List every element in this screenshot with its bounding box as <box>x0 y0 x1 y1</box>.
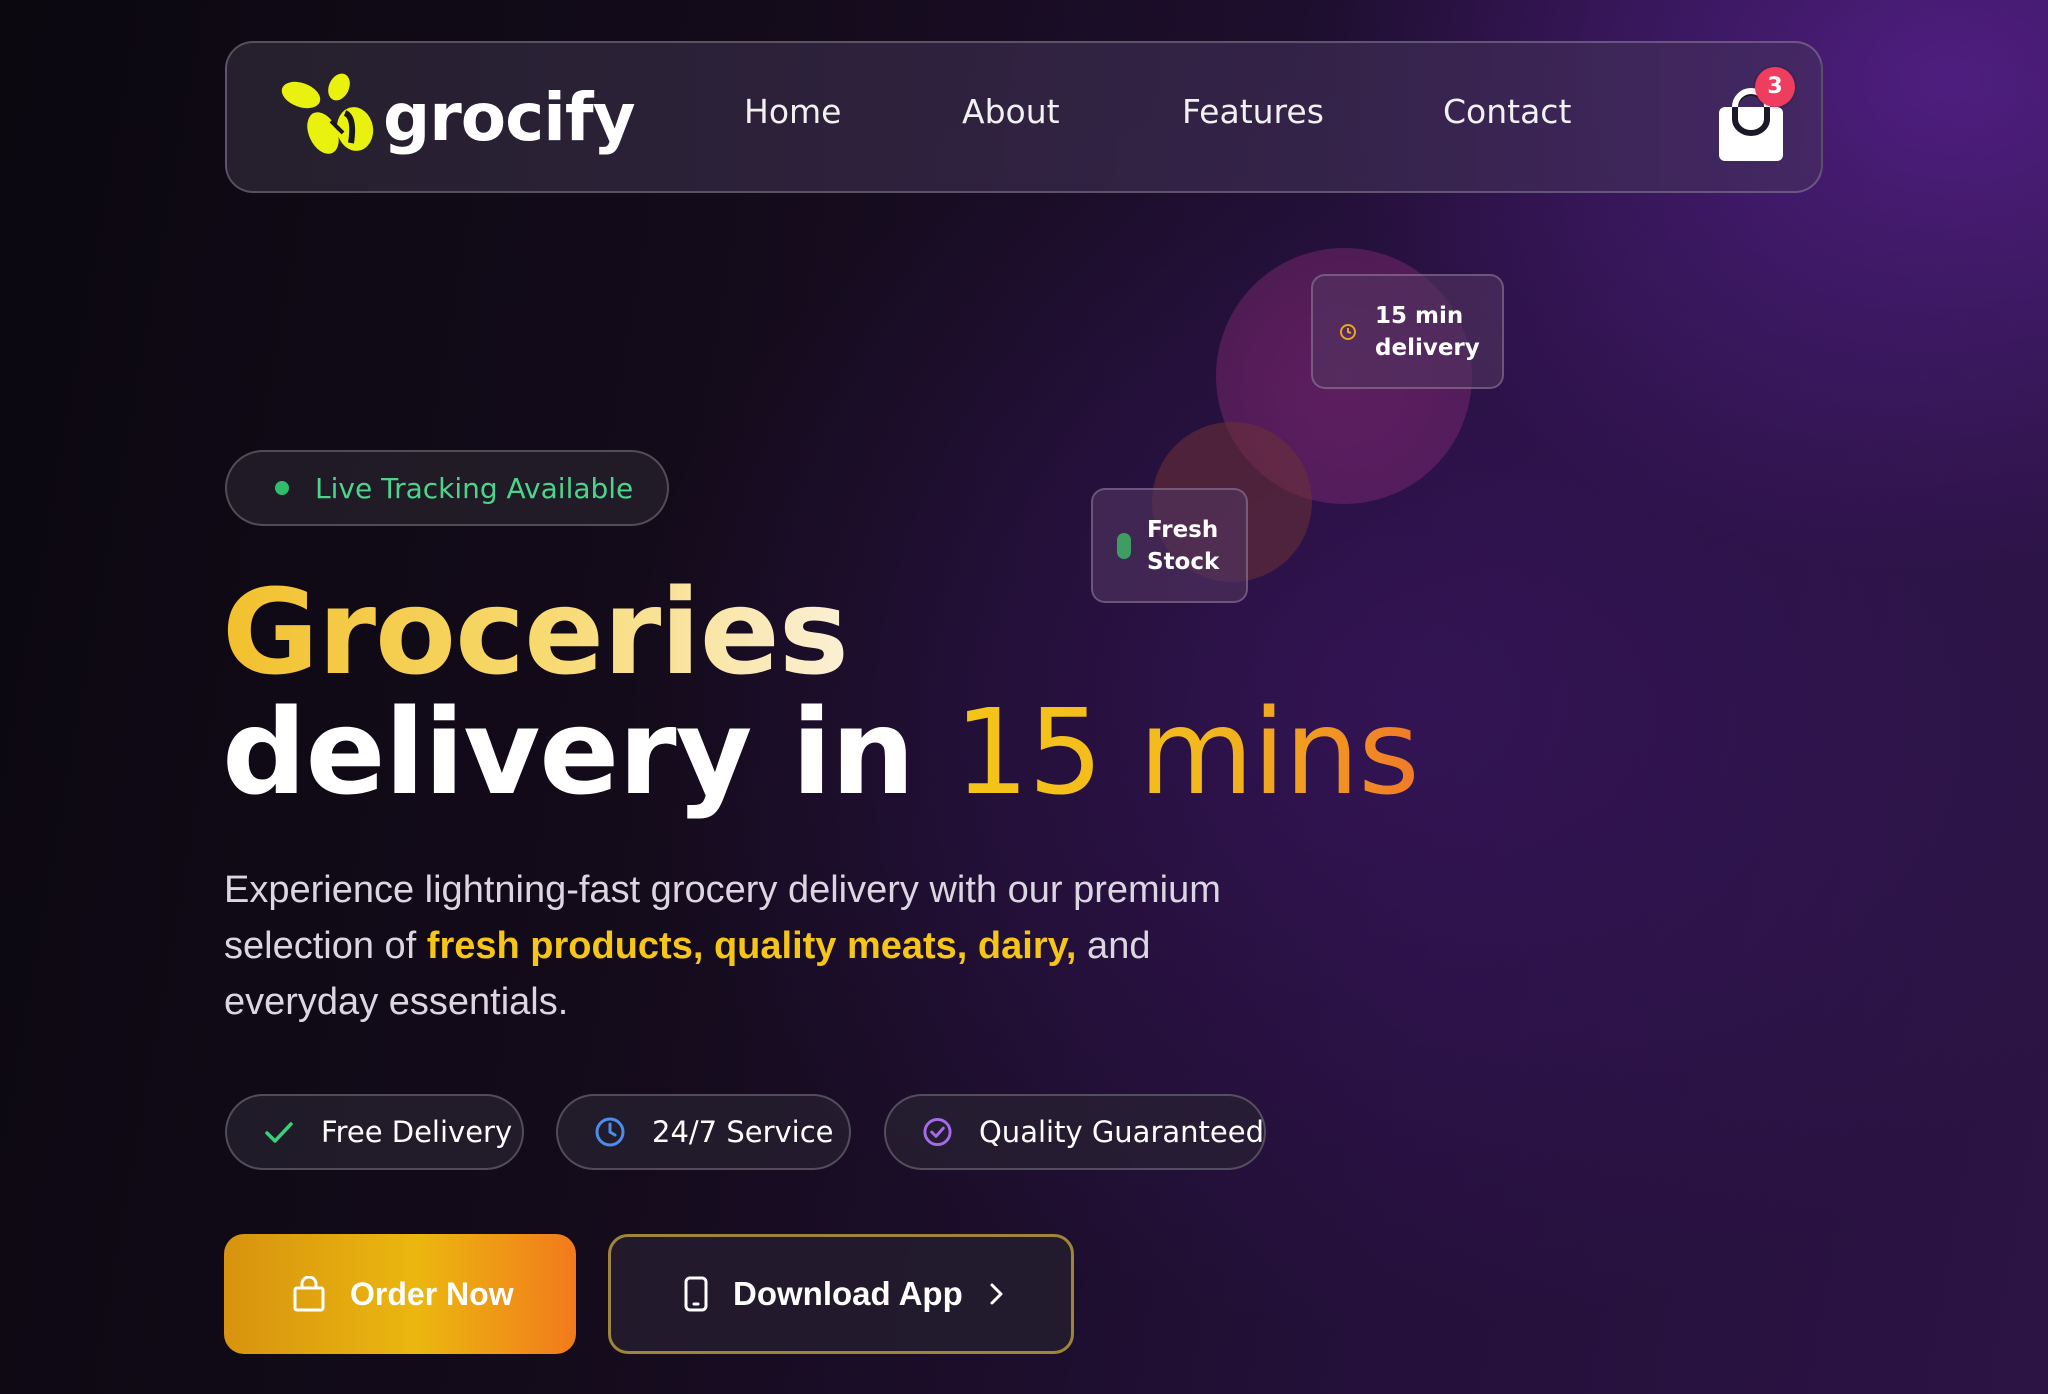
feature-free-delivery: Free Delivery <box>225 1094 524 1170</box>
logo[interactable]: grocify <box>275 73 636 163</box>
nav-contact[interactable]: Contact <box>1443 95 1571 128</box>
logo-text: grocify <box>383 79 636 156</box>
check-circle-icon <box>923 1117 952 1147</box>
delivery-time-card: 15 min delivery <box>1311 274 1504 389</box>
order-now-label: Order Now <box>350 1275 514 1312</box>
nav-home[interactable]: Home <box>744 95 841 128</box>
fresh-stock-card: Fresh Stock <box>1091 488 1248 603</box>
stock-card-line2: Stock <box>1147 548 1220 575</box>
stock-indicator-icon <box>1117 532 1131 559</box>
smartphone-icon <box>684 1276 708 1312</box>
live-dot-icon <box>275 481 289 495</box>
stock-card-line1: Fresh <box>1147 516 1219 543</box>
nav-features[interactable]: Features <box>1182 95 1324 128</box>
feature-label: Quality Guaranteed <box>978 1115 1264 1149</box>
hero-description: Experience lightning-fast grocery delive… <box>224 862 1244 1030</box>
hero-title-line2: delivery in 15 mins <box>222 693 1420 811</box>
clock-icon <box>595 1117 625 1147</box>
delivery-card-line1: 15 min <box>1375 302 1464 329</box>
logo-icon <box>281 73 374 154</box>
nav-about[interactable]: About <box>962 95 1060 128</box>
hero-title-main: delivery in <box>222 683 955 821</box>
live-tracking-badge: Live Tracking Available <box>225 450 669 526</box>
feature-quality-guaranteed: Quality Guaranteed <box>884 1094 1266 1170</box>
feature-24-7-service: 24/7 Service <box>556 1094 851 1170</box>
feature-label: 24/7 Service <box>652 1115 834 1149</box>
download-app-label: Download App <box>733 1275 963 1312</box>
feature-label: Free Delivery <box>321 1115 513 1149</box>
check-icon <box>265 1122 293 1143</box>
order-now-button[interactable]: Order Now <box>224 1234 576 1354</box>
live-tracking-text: Live Tracking Available <box>315 471 634 505</box>
navbar: grocify Home About Features Contact 3 <box>225 41 1823 193</box>
hero-title-groceries: Groceries <box>222 563 849 701</box>
download-app-button[interactable]: Download App <box>608 1234 1074 1354</box>
clock-icon <box>1340 323 1356 340</box>
cart-count-badge: 3 <box>1755 67 1795 107</box>
shopping-bag-icon <box>293 1276 325 1312</box>
chevron-right-icon <box>990 1283 1003 1305</box>
delivery-card-line2: delivery <box>1375 334 1480 361</box>
hero-title-line1: Groceries <box>222 573 849 691</box>
lead-highlight: fresh products, quality meats, dairy, <box>426 925 1077 967</box>
hero-title-accent: 15 mins <box>954 683 1420 821</box>
